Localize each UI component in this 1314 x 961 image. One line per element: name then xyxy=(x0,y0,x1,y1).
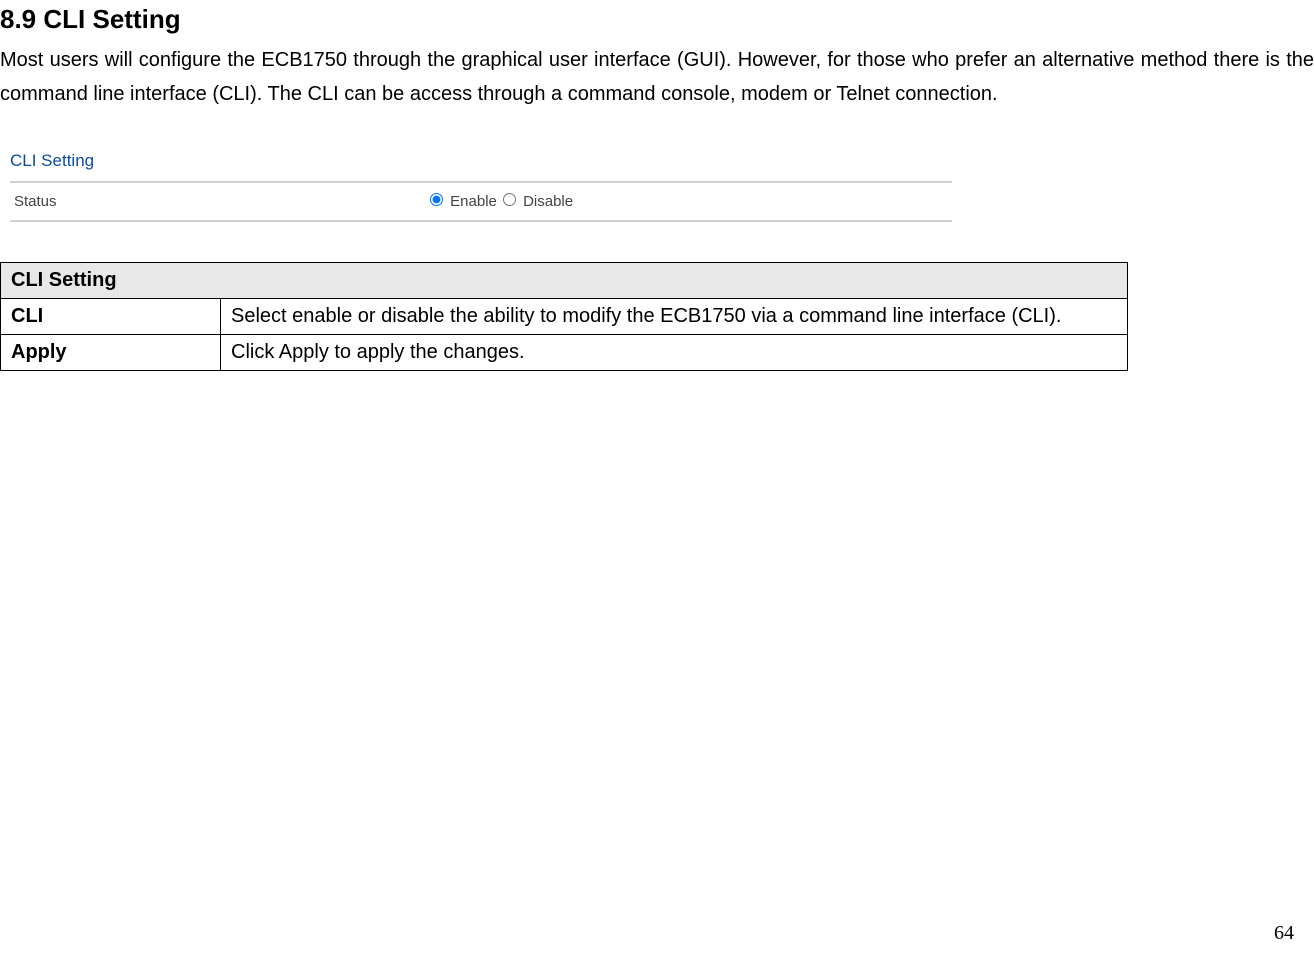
enable-radio-label[interactable]: Enable xyxy=(430,193,497,210)
row-desc: Click Apply to apply the changes. xyxy=(221,335,1128,371)
section-heading: 8.9 CLI Setting xyxy=(0,4,1314,35)
disable-radio[interactable] xyxy=(503,193,516,206)
table-row: Apply Click Apply to apply the changes. xyxy=(1,335,1128,371)
row-desc: Select enable or disable the ability to … xyxy=(221,299,1128,335)
cli-setting-screenshot: CLI Setting Status Enable Disable xyxy=(0,147,962,232)
enable-radio[interactable] xyxy=(430,193,443,206)
cli-setting-table: CLI Setting CLI Select enable or disable… xyxy=(0,262,1128,371)
table-row: CLI Select enable or disable the ability… xyxy=(1,299,1128,335)
row-label: CLI xyxy=(1,299,221,335)
table-header: CLI Setting xyxy=(1,263,1128,299)
intro-paragraph: Most users will configure the ECB1750 th… xyxy=(0,43,1314,111)
disable-radio-label[interactable]: Disable xyxy=(503,193,573,210)
page-number: 64 xyxy=(1274,922,1294,945)
row-label: Apply xyxy=(1,335,221,371)
screenshot-title: CLI Setting xyxy=(10,151,952,171)
screenshot-status-label: Status xyxy=(10,193,430,210)
enable-text: Enable xyxy=(450,193,497,210)
screenshot-status-row: Status Enable Disable xyxy=(10,181,952,222)
disable-text: Disable xyxy=(523,193,573,210)
